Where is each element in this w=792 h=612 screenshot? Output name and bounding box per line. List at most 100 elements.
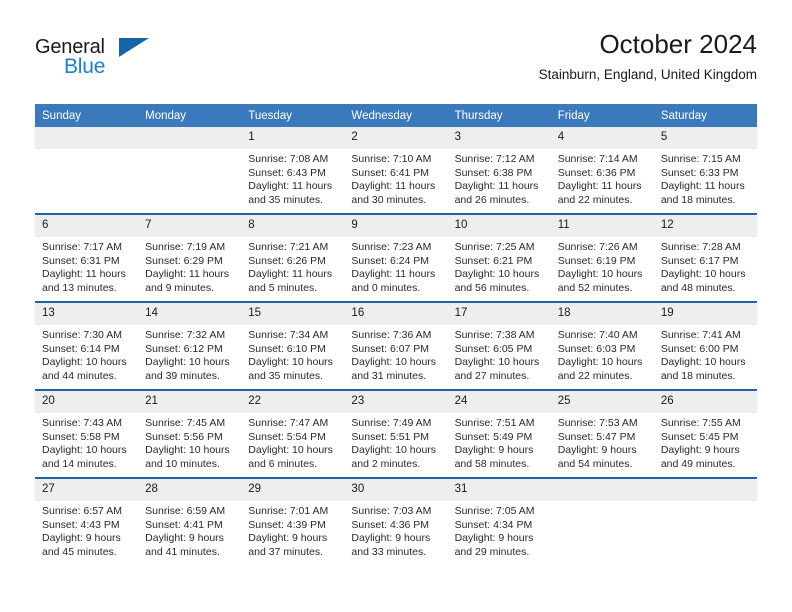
day-cell-inner: 4 Sunrise: 7:14 AM Sunset: 6:36 PM Daylight… [550, 127, 654, 213]
daylight-duration-line1: Daylight: 10 hours [351, 444, 437, 457]
calendar-body: 1 Sunrise: 7:08 AM Sunset: 6:43 PM Daylight… [35, 127, 757, 563]
day-number: 13 [35, 303, 139, 325]
sunrise-time: Sunrise: 7:26 AM [557, 241, 638, 253]
sunrise-time: Sunrise: 7:55 AM [660, 417, 741, 429]
general-blue-logo[interactable]: General Blue [35, 36, 165, 82]
sunset-time: Sunset: 6:07 PM [351, 342, 430, 355]
sunset-time: Sunset: 4:43 PM [42, 518, 120, 531]
sunrise-time: Sunrise: 7:40 AM [557, 329, 638, 341]
day-cell-inner: 12 Sunrise: 7:28 AM Sunset: 6:17 PM Dayligh… [653, 215, 757, 301]
sunrise-time: Sunrise: 7:01 AM [248, 505, 329, 517]
calendar-day-cell[interactable]: 28 Sunrise: 6:59 AM Sunset: 4:41 PM Dayligh… [138, 477, 242, 563]
day-cell-inner: 19 Sunrise: 7:41 AM Sunset: 6:00 PM Dayligh… [653, 303, 757, 389]
day-cell-details: Sunrise: 7:30 AM Sunset: 6:14 PM Daylight:… [35, 325, 138, 383]
day-number: 26 [653, 391, 757, 413]
calendar-day-cell[interactable]: 19 Sunrise: 7:41 AM Sunset: 6:00 PM Dayligh… [653, 301, 757, 390]
daylight-duration-line2: and 52 minutes. [557, 281, 633, 294]
page-title: October 2024 [599, 29, 757, 59]
calendar-day-cell[interactable]: 15 Sunrise: 7:34 AM Sunset: 6:10 PM Dayligh… [241, 301, 345, 390]
calendar-day-cell[interactable]: 9 Sunrise: 7:23 AM Sunset: 6:24 PM Daylight… [344, 213, 448, 302]
day-cell-details: Sunrise: 7:14 AM Sunset: 6:36 PM Daylight:… [551, 149, 654, 207]
calendar-week-row: 1 Sunrise: 7:08 AM Sunset: 6:43 PM Daylight… [35, 127, 757, 214]
sunset-time: Sunset: 5:45 PM [660, 430, 739, 443]
sunrise-time: Sunrise: 7:10 AM [351, 153, 432, 165]
day-cell-details: Sunrise: 7:15 AM Sunset: 6:33 PM Daylight:… [654, 149, 757, 207]
calendar-day-cell[interactable]: 17 Sunrise: 7:38 AM Sunset: 6:05 PM Dayligh… [447, 301, 551, 390]
calendar-day-cell[interactable]: 20 Sunrise: 7:43 AM Sunset: 5:58 PM Dayligh… [35, 389, 139, 478]
daylight-duration-line1: Daylight: 11 hours [145, 268, 229, 281]
calendar-day-cell[interactable]: 29 Sunrise: 7:01 AM Sunset: 4:39 PM Dayligh… [241, 477, 345, 563]
sunset-time: Sunset: 6:24 PM [351, 254, 430, 267]
sunset-time: Sunset: 6:43 PM [248, 166, 326, 179]
day-cell-inner: 6 Sunrise: 7:17 AM Sunset: 6:31 PM Daylight… [35, 215, 139, 301]
calendar-day-cell[interactable]: 2 Sunrise: 7:10 AM Sunset: 6:41 PM Daylight… [344, 127, 448, 214]
calendar-day-cell[interactable]: 6 Sunrise: 7:17 AM Sunset: 6:31 PM Daylight… [35, 213, 139, 302]
calendar-day-cell[interactable]: 12 Sunrise: 7:28 AM Sunset: 6:17 PM Dayligh… [653, 213, 757, 302]
title-block: October 2024 Stainburn, England, United … [539, 28, 757, 84]
calendar-day-cell[interactable]: 30 Sunrise: 7:03 AM Sunset: 4:36 PM Dayligh… [344, 477, 448, 563]
calendar-day-cell[interactable]: 22 Sunrise: 7:47 AM Sunset: 5:54 PM Dayligh… [241, 389, 345, 478]
calendar-day-cell[interactable]: 24 Sunrise: 7:51 AM Sunset: 5:49 PM Dayligh… [447, 389, 551, 478]
calendar-week-row: 27 Sunrise: 6:57 AM Sunset: 4:43 PM Dayligh… [35, 477, 757, 563]
day-cell-inner: 27 Sunrise: 6:57 AM Sunset: 4:43 PM Dayligh… [35, 479, 139, 563]
day-cell-inner: 29 Sunrise: 7:01 AM Sunset: 4:39 PM Dayligh… [241, 479, 345, 563]
calendar-day-cell[interactable]: 21 Sunrise: 7:45 AM Sunset: 5:56 PM Dayligh… [138, 389, 242, 478]
daylight-duration-line2: and 56 minutes. [454, 281, 530, 294]
daylight-duration-line1: Daylight: 9 hours [351, 532, 431, 545]
weekday-header-monday: Monday [138, 104, 242, 127]
calendar-day-cell[interactable]: 26 Sunrise: 7:55 AM Sunset: 5:45 PM Dayligh… [653, 389, 757, 478]
sunset-time: Sunset: 6:36 PM [557, 166, 636, 179]
calendar-day-cell[interactable]: 18 Sunrise: 7:40 AM Sunset: 6:03 PM Dayligh… [550, 301, 654, 390]
calendar-day-cell[interactable]: 13 Sunrise: 7:30 AM Sunset: 6:14 PM Dayligh… [35, 301, 139, 390]
day-number: 7 [138, 215, 242, 237]
daylight-duration-line2: and 30 minutes. [351, 193, 427, 206]
day-number [35, 127, 139, 149]
calendar-day-cell[interactable]: 27 Sunrise: 6:57 AM Sunset: 4:43 PM Dayligh… [35, 477, 139, 563]
weekday-header-saturday: Saturday [653, 104, 757, 127]
calendar-day-cell[interactable]: 23 Sunrise: 7:49 AM Sunset: 5:51 PM Dayligh… [344, 389, 448, 478]
sunset-time: Sunset: 6:38 PM [454, 166, 533, 179]
day-number: 24 [447, 391, 551, 413]
day-cell-details: Sunrise: 7:10 AM Sunset: 6:41 PM Daylight:… [344, 149, 447, 207]
sunrise-sunset-calendar: Sunday Monday Tuesday Wednesday Thursday… [35, 104, 757, 563]
calendar-day-cell[interactable]: 5 Sunrise: 7:15 AM Sunset: 6:33 PM Daylight… [653, 127, 757, 214]
calendar-day-cell[interactable]: 14 Sunrise: 7:32 AM Sunset: 6:12 PM Dayligh… [138, 301, 242, 390]
day-cell-details: Sunrise: 7:08 AM Sunset: 6:43 PM Daylight:… [241, 149, 344, 207]
calendar-day-cell[interactable]: 4 Sunrise: 7:14 AM Sunset: 6:36 PM Daylight… [550, 127, 654, 214]
day-cell-inner [35, 127, 139, 213]
daylight-duration-line1: Daylight: 9 hours [660, 444, 740, 457]
calendar-day-cell[interactable]: 1 Sunrise: 7:08 AM Sunset: 6:43 PM Daylight… [241, 127, 345, 214]
daylight-duration-line2: and 39 minutes. [145, 369, 220, 382]
daylight-duration-line2: and 33 minutes. [351, 545, 427, 558]
page-subtitle: Stainburn, England, United Kingdom [538, 67, 757, 82]
daylight-duration-line2: and 44 minutes. [42, 369, 117, 382]
day-cell-details: Sunrise: 7:49 AM Sunset: 5:51 PM Daylight:… [344, 413, 447, 471]
day-cell-inner: 21 Sunrise: 7:45 AM Sunset: 5:56 PM Dayligh… [138, 391, 242, 477]
sunrise-time: Sunrise: 7:36 AM [351, 329, 432, 341]
calendar-day-cell[interactable]: 31 Sunrise: 7:05 AM Sunset: 4:34 PM Dayligh… [447, 477, 551, 563]
day-cell-details: Sunrise: 7:12 AM Sunset: 6:38 PM Daylight:… [448, 149, 551, 207]
sunrise-time: Sunrise: 7:05 AM [454, 505, 535, 517]
day-cell-inner: 28 Sunrise: 6:59 AM Sunset: 4:41 PM Dayligh… [138, 479, 242, 563]
calendar-day-cell[interactable]: 25 Sunrise: 7:53 AM Sunset: 5:47 PM Dayligh… [550, 389, 654, 478]
daylight-duration-line2: and 18 minutes. [660, 369, 736, 382]
daylight-duration-line2: and 35 minutes. [248, 369, 323, 382]
sunset-time: Sunset: 6:10 PM [248, 342, 326, 355]
day-cell-inner: 9 Sunrise: 7:23 AM Sunset: 6:24 PM Daylight… [344, 215, 448, 301]
daylight-duration-line2: and 37 minutes. [248, 545, 323, 558]
calendar-day-cell[interactable]: 10 Sunrise: 7:25 AM Sunset: 6:21 PM Dayligh… [447, 213, 551, 302]
calendar-day-cell[interactable]: 16 Sunrise: 7:36 AM Sunset: 6:07 PM Dayligh… [344, 301, 448, 390]
day-number: 22 [241, 391, 345, 413]
daylight-duration-line2: and 10 minutes. [145, 457, 220, 470]
calendar-day-cell[interactable]: 8 Sunrise: 7:21 AM Sunset: 6:26 PM Daylight… [241, 213, 345, 302]
calendar-day-cell[interactable]: 3 Sunrise: 7:12 AM Sunset: 6:38 PM Daylight… [447, 127, 551, 214]
day-number: 25 [550, 391, 654, 413]
sunrise-time: Sunrise: 7:19 AM [145, 241, 226, 253]
daylight-duration-line2: and 9 minutes. [145, 281, 215, 294]
calendar-day-cell[interactable]: 11 Sunrise: 7:26 AM Sunset: 6:19 PM Dayligh… [550, 213, 654, 302]
sunrise-time: Sunrise: 7:08 AM [248, 153, 329, 165]
sunset-time: Sunset: 5:47 PM [557, 430, 636, 443]
calendar-day-cell[interactable]: 7 Sunrise: 7:19 AM Sunset: 6:29 PM Daylight… [138, 213, 242, 302]
daylight-duration-line2: and 45 minutes. [42, 545, 117, 558]
sunset-time: Sunset: 6:26 PM [248, 254, 326, 267]
